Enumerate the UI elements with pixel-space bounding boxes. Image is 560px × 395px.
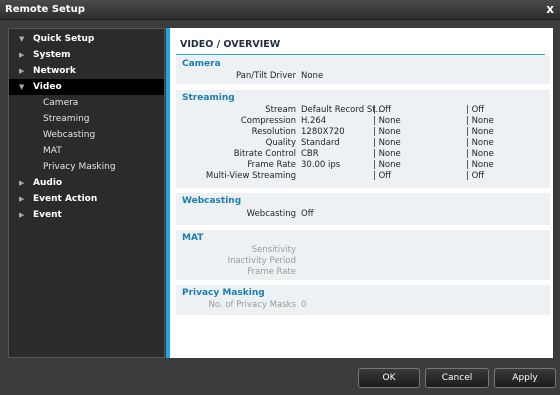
- row-value: Default Record St...: [301, 105, 384, 115]
- sidebar-item-audio[interactable]: ▶ Audio: [9, 175, 164, 191]
- sidebar-subitem-webcasting[interactable]: Webcasting: [9, 127, 164, 143]
- sidebar-item-label: Event Action: [33, 194, 98, 204]
- sidebar-item-label: Quick Setup: [33, 34, 95, 44]
- row-value-2: | None: [373, 116, 401, 126]
- section-title-streaming: Streaming: [182, 93, 235, 103]
- row-label: Compression: [240, 116, 296, 126]
- info-row: Frame Rate 30.00 ips | None | None: [176, 160, 550, 171]
- row-value: 1280X720: [301, 127, 345, 137]
- close-icon[interactable]: x: [546, 2, 554, 16]
- row-label: Inactivity Period: [227, 256, 296, 266]
- sidebar-item-label: Video: [33, 82, 62, 92]
- sidebar-subitem-camera[interactable]: Camera: [9, 95, 164, 111]
- info-row: Resolution 1280X720 | None | None: [176, 127, 550, 138]
- info-row: Multi-View Streaming | Off | Off: [176, 171, 550, 182]
- row-label: Pan/Tilt Driver: [235, 71, 296, 81]
- sidebar-item-quick-setup[interactable]: ▼ Quick Setup: [9, 31, 164, 47]
- sidebar-item-event-action[interactable]: ▶ Event Action: [9, 191, 164, 207]
- window-title: Remote Setup: [5, 4, 85, 15]
- cancel-button[interactable]: Cancel: [425, 368, 489, 388]
- sidebar-subitem-privacy-masking[interactable]: Privacy Masking: [9, 159, 164, 175]
- section-title-mat: MAT: [182, 233, 204, 243]
- section-title-privacy-masking: Privacy Masking: [182, 288, 265, 298]
- sidebar-item-label: Event: [33, 210, 62, 220]
- row-value: Standard: [301, 138, 340, 148]
- privacy-masking-section: Privacy Masking No. of Privacy Masks 0: [176, 285, 550, 315]
- row-label: Webcasting: [246, 209, 296, 219]
- row-value-3: | Off: [466, 105, 485, 115]
- row-label: Quality: [265, 138, 296, 148]
- section-title-camera: Camera: [182, 59, 221, 69]
- chevron-right-icon: ▶: [19, 51, 25, 59]
- mat-section: MAT Sensitivity Inactivity Period Frame …: [176, 230, 550, 280]
- info-row: Bitrate Control CBR | None | None: [176, 149, 550, 160]
- row-label: Resolution: [251, 127, 296, 137]
- info-row: Webcasting Off: [176, 209, 550, 220]
- row-value-3: | None: [466, 127, 494, 137]
- sidebar-subitem-mat[interactable]: MAT: [9, 143, 164, 159]
- row-value: H.264: [301, 116, 327, 126]
- chevron-right-icon: ▶: [19, 195, 25, 203]
- sidebar-item-label: Network: [33, 66, 76, 76]
- info-row: Sensitivity: [176, 245, 550, 256]
- row-value-2: | None: [373, 160, 401, 170]
- row-label: No. of Privacy Masks: [208, 300, 296, 310]
- chevron-down-icon: ▼: [19, 35, 25, 43]
- sidebar-item-event[interactable]: ▶ Event: [9, 207, 164, 223]
- camera-section: Camera Pan/Tilt Driver None: [176, 56, 550, 84]
- row-value-3: | None: [466, 116, 494, 126]
- button-bar: OK Cancel Apply: [0, 362, 560, 395]
- chevron-right-icon: ▶: [19, 67, 25, 75]
- apply-button[interactable]: Apply: [494, 368, 556, 388]
- row-label: Multi-View Streaming: [205, 171, 296, 181]
- row-value-3: | Off: [466, 171, 485, 181]
- row-label: Frame Rate: [247, 267, 296, 277]
- info-row: Stream Default Record St... | Off | Off: [176, 105, 550, 116]
- row-value-3: | None: [466, 160, 494, 170]
- sidebar-item-label: Audio: [33, 178, 63, 188]
- webcasting-section: Webcasting Webcasting Off: [176, 193, 550, 225]
- info-row: Quality Standard | None | None: [176, 138, 550, 149]
- chevron-right-icon: ▶: [19, 179, 25, 187]
- info-row: Frame Rate: [176, 267, 550, 278]
- chevron-down-icon: ▼: [19, 83, 25, 91]
- row-value: 30.00 ips: [301, 160, 341, 170]
- sidebar-item-video[interactable]: ▼ Video: [9, 79, 164, 95]
- main-panel: VIDEO / OVERVIEW Camera Pan/Tilt Driver …: [166, 28, 553, 358]
- row-value: 0: [301, 300, 307, 310]
- row-value-2: | Off: [373, 105, 392, 115]
- sidebar: ▼ Quick Setup ▶ System ▶ Network ▼ Video…: [8, 28, 165, 358]
- row-label: Frame Rate: [247, 160, 296, 170]
- row-value: Off: [301, 209, 314, 219]
- title-divider: [176, 54, 545, 55]
- row-label: Stream: [265, 105, 296, 115]
- sidebar-item-label: System: [33, 50, 71, 60]
- section-title-webcasting: Webcasting: [182, 196, 242, 206]
- sidebar-item-network[interactable]: ▶ Network: [9, 63, 164, 79]
- row-value-2: | Off: [373, 171, 392, 181]
- info-row: Inactivity Period: [176, 256, 550, 267]
- info-row: Compression H.264 | None | None: [176, 116, 550, 127]
- row-value-2: | None: [373, 149, 401, 159]
- row-value-3: | None: [466, 138, 494, 148]
- info-row: No. of Privacy Masks 0: [176, 300, 550, 311]
- row-label: Sensitivity: [251, 245, 296, 255]
- ok-button[interactable]: OK: [358, 368, 420, 388]
- streaming-section: Streaming Stream Default Record St... | …: [176, 90, 550, 188]
- row-value-3: | None: [466, 149, 494, 159]
- row-value: None: [301, 71, 324, 81]
- chevron-right-icon: ▶: [19, 211, 25, 219]
- sidebar-subitem-streaming[interactable]: Streaming: [9, 111, 164, 127]
- info-row: Pan/Tilt Driver None: [176, 71, 550, 82]
- sidebar-item-system[interactable]: ▶ System: [9, 47, 164, 63]
- row-value-2: | None: [373, 138, 401, 148]
- page-title: VIDEO / OVERVIEW: [180, 39, 281, 50]
- row-label: Bitrate Control: [233, 149, 296, 159]
- row-value: CBR: [301, 149, 319, 159]
- title-bar: Remote Setup x: [0, 0, 560, 20]
- row-value-2: | None: [373, 127, 401, 137]
